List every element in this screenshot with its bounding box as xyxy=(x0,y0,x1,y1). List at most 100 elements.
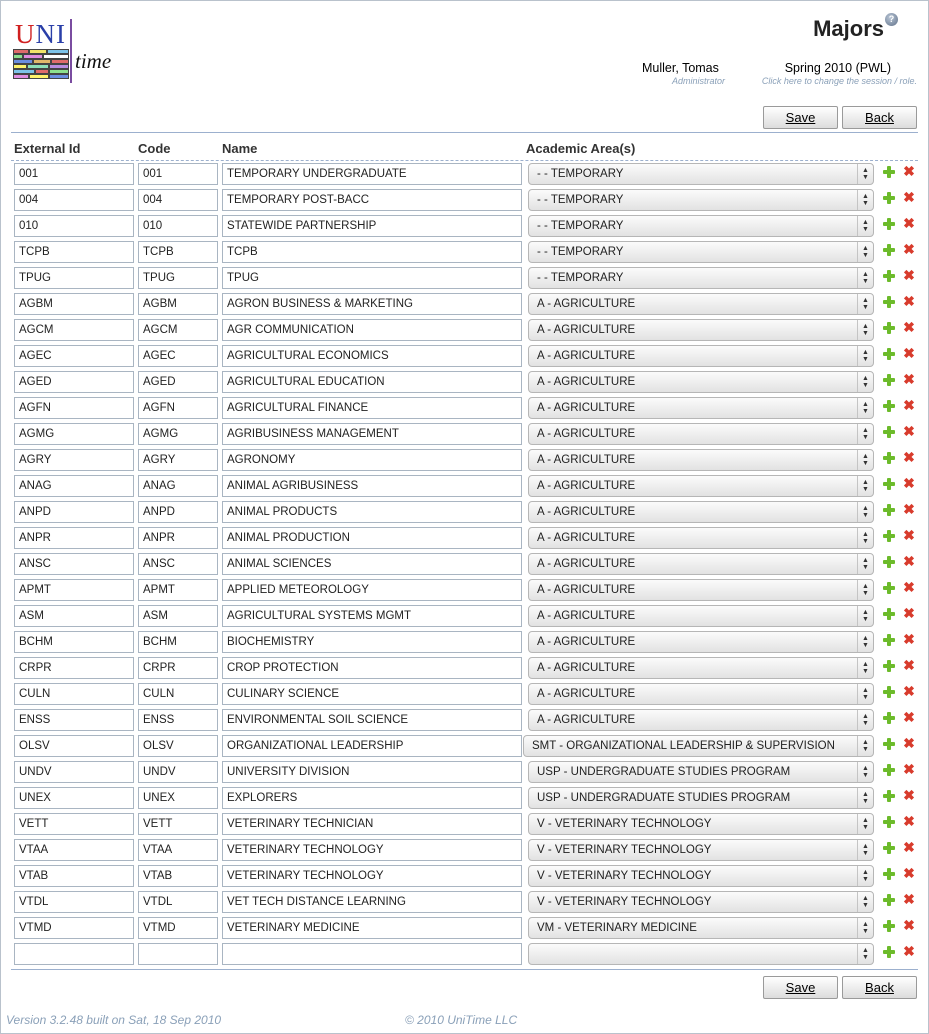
add-area-icon[interactable] xyxy=(883,816,895,828)
code-input[interactable]: ANPR xyxy=(138,527,218,549)
external-id-input[interactable]: UNEX xyxy=(14,787,134,809)
code-input[interactable]: ANSC xyxy=(138,553,218,575)
add-area-icon[interactable] xyxy=(883,920,895,932)
external-id-input[interactable]: ANPR xyxy=(14,527,134,549)
academic-area-select[interactable]: V - VETERINARY TECHNOLOGY ▲ ▼ xyxy=(528,813,874,835)
name-input[interactable]: AGRONOMY xyxy=(222,449,522,471)
delete-area-icon[interactable]: ✖ xyxy=(902,294,916,308)
name-input[interactable]: AGRICULTURAL EDUCATION xyxy=(222,371,522,393)
code-input[interactable]: VTMD xyxy=(138,917,218,939)
add-area-icon[interactable] xyxy=(883,946,895,958)
delete-area-icon[interactable]: ✖ xyxy=(902,944,916,958)
code-input[interactable]: VTAA xyxy=(138,839,218,861)
academic-area-select[interactable]: A - AGRICULTURE ▲ ▼ xyxy=(528,527,874,549)
add-area-icon[interactable] xyxy=(883,712,895,724)
external-id-input[interactable]: AGRY xyxy=(14,449,134,471)
name-input[interactable]: ORGANIZATIONAL LEADERSHIP xyxy=(222,735,522,757)
add-area-icon[interactable] xyxy=(883,400,895,412)
academic-area-select[interactable]: ▲ ▼ xyxy=(528,943,874,965)
code-input[interactable]: BCHM xyxy=(138,631,218,653)
external-id-input[interactable]: APMT xyxy=(14,579,134,601)
delete-area-icon[interactable]: ✖ xyxy=(902,736,916,750)
academic-area-select[interactable]: V - VETERINARY TECHNOLOGY ▲ ▼ xyxy=(528,891,874,913)
academic-area-select[interactable]: A - AGRICULTURE ▲ ▼ xyxy=(528,475,874,497)
code-input[interactable]: 010 xyxy=(138,215,218,237)
academic-area-select[interactable]: A - AGRICULTURE ▲ ▼ xyxy=(528,605,874,627)
name-input[interactable]: ANIMAL PRODUCTS xyxy=(222,501,522,523)
name-input[interactable]: VETERINARY MEDICINE xyxy=(222,917,522,939)
external-id-input[interactable]: ASM xyxy=(14,605,134,627)
external-id-input[interactable]: VTMD xyxy=(14,917,134,939)
add-area-icon[interactable] xyxy=(883,192,895,204)
unitime-logo[interactable]: UNI time xyxy=(13,19,123,85)
add-area-icon[interactable] xyxy=(883,556,895,568)
session-change-hint[interactable]: Click here to change the session / role. xyxy=(762,76,917,86)
delete-area-icon[interactable]: ✖ xyxy=(902,840,916,854)
external-id-input[interactable]: TPUG xyxy=(14,267,134,289)
delete-area-icon[interactable]: ✖ xyxy=(902,762,916,776)
academic-area-select[interactable]: SMT - ORGANIZATIONAL LEADERSHIP & SUPERV… xyxy=(523,735,874,757)
add-area-icon[interactable] xyxy=(883,764,895,776)
code-input[interactable]: AGMG xyxy=(138,423,218,445)
delete-area-icon[interactable]: ✖ xyxy=(902,710,916,724)
academic-area-select[interactable]: USP - UNDERGRADUATE STUDIES PROGRAM ▲ ▼ xyxy=(528,761,874,783)
add-area-icon[interactable] xyxy=(883,296,895,308)
add-area-icon[interactable] xyxy=(883,348,895,360)
code-input[interactable]: CULN xyxy=(138,683,218,705)
delete-area-icon[interactable]: ✖ xyxy=(902,788,916,802)
name-input[interactable]: AGRICULTURAL SYSTEMS MGMT xyxy=(222,605,522,627)
add-area-icon[interactable] xyxy=(883,686,895,698)
delete-area-icon[interactable]: ✖ xyxy=(902,372,916,386)
delete-area-icon[interactable]: ✖ xyxy=(902,502,916,516)
external-id-input[interactable]: AGFN xyxy=(14,397,134,419)
name-input[interactable]: AGR COMMUNICATION xyxy=(222,319,522,341)
code-input[interactable]: AGED xyxy=(138,371,218,393)
code-input[interactable]: AGBM xyxy=(138,293,218,315)
code-input[interactable]: 001 xyxy=(138,163,218,185)
add-area-icon[interactable] xyxy=(883,608,895,620)
add-area-icon[interactable] xyxy=(883,530,895,542)
code-input[interactable]: UNDV xyxy=(138,761,218,783)
user-name[interactable]: Muller, Tomas xyxy=(642,61,719,75)
external-id-input[interactable]: ANPD xyxy=(14,501,134,523)
external-id-input[interactable]: TCPB xyxy=(14,241,134,263)
add-area-icon[interactable] xyxy=(883,218,895,230)
external-id-input[interactable]: ENSS xyxy=(14,709,134,731)
academic-area-select[interactable]: A - AGRICULTURE ▲ ▼ xyxy=(528,579,874,601)
delete-area-icon[interactable]: ✖ xyxy=(902,658,916,672)
code-input[interactable]: ANAG xyxy=(138,475,218,497)
external-id-input[interactable]: 010 xyxy=(14,215,134,237)
code-input[interactable]: 004 xyxy=(138,189,218,211)
code-input[interactable]: VTAB xyxy=(138,865,218,887)
code-input[interactable]: AGEC xyxy=(138,345,218,367)
add-area-icon[interactable] xyxy=(883,374,895,386)
academic-area-select[interactable]: VM - VETERINARY MEDICINE ▲ ▼ xyxy=(528,917,874,939)
academic-area-select[interactable]: - - TEMPORARY ▲ ▼ xyxy=(528,241,874,263)
academic-area-select[interactable]: A - AGRICULTURE ▲ ▼ xyxy=(528,631,874,653)
academic-area-select[interactable]: V - VETERINARY TECHNOLOGY ▲ ▼ xyxy=(528,865,874,887)
external-id-input[interactable]: VTAA xyxy=(14,839,134,861)
external-id-input[interactable]: VETT xyxy=(14,813,134,835)
name-input[interactable]: VETERINARY TECHNICIAN xyxy=(222,813,522,835)
code-input[interactable]: CRPR xyxy=(138,657,218,679)
academic-area-select[interactable]: A - AGRICULTURE ▲ ▼ xyxy=(528,449,874,471)
delete-area-icon[interactable]: ✖ xyxy=(902,242,916,256)
name-input[interactable]: BIOCHEMISTRY xyxy=(222,631,522,653)
academic-area-select[interactable]: - - TEMPORARY ▲ ▼ xyxy=(528,267,874,289)
add-area-icon[interactable] xyxy=(883,166,895,178)
name-input[interactable]: TCPB xyxy=(222,241,522,263)
name-input[interactable]: AGRIBUSINESS MANAGEMENT xyxy=(222,423,522,445)
academic-area-select[interactable]: A - AGRICULTURE ▲ ▼ xyxy=(528,553,874,575)
name-input[interactable]: TPUG xyxy=(222,267,522,289)
external-id-input[interactable]: CRPR xyxy=(14,657,134,679)
delete-area-icon[interactable]: ✖ xyxy=(902,684,916,698)
external-id-input[interactable]: AGMG xyxy=(14,423,134,445)
back-button-bottom[interactable]: Back xyxy=(842,976,917,999)
academic-area-select[interactable]: A - AGRICULTURE ▲ ▼ xyxy=(528,397,874,419)
name-input[interactable]: STATEWIDE PARTNERSHIP xyxy=(222,215,522,237)
delete-area-icon[interactable]: ✖ xyxy=(902,554,916,568)
academic-area-select[interactable]: - - TEMPORARY ▲ ▼ xyxy=(528,215,874,237)
delete-area-icon[interactable]: ✖ xyxy=(902,320,916,334)
user-role[interactable]: Administrator xyxy=(672,76,725,86)
delete-area-icon[interactable]: ✖ xyxy=(902,866,916,880)
